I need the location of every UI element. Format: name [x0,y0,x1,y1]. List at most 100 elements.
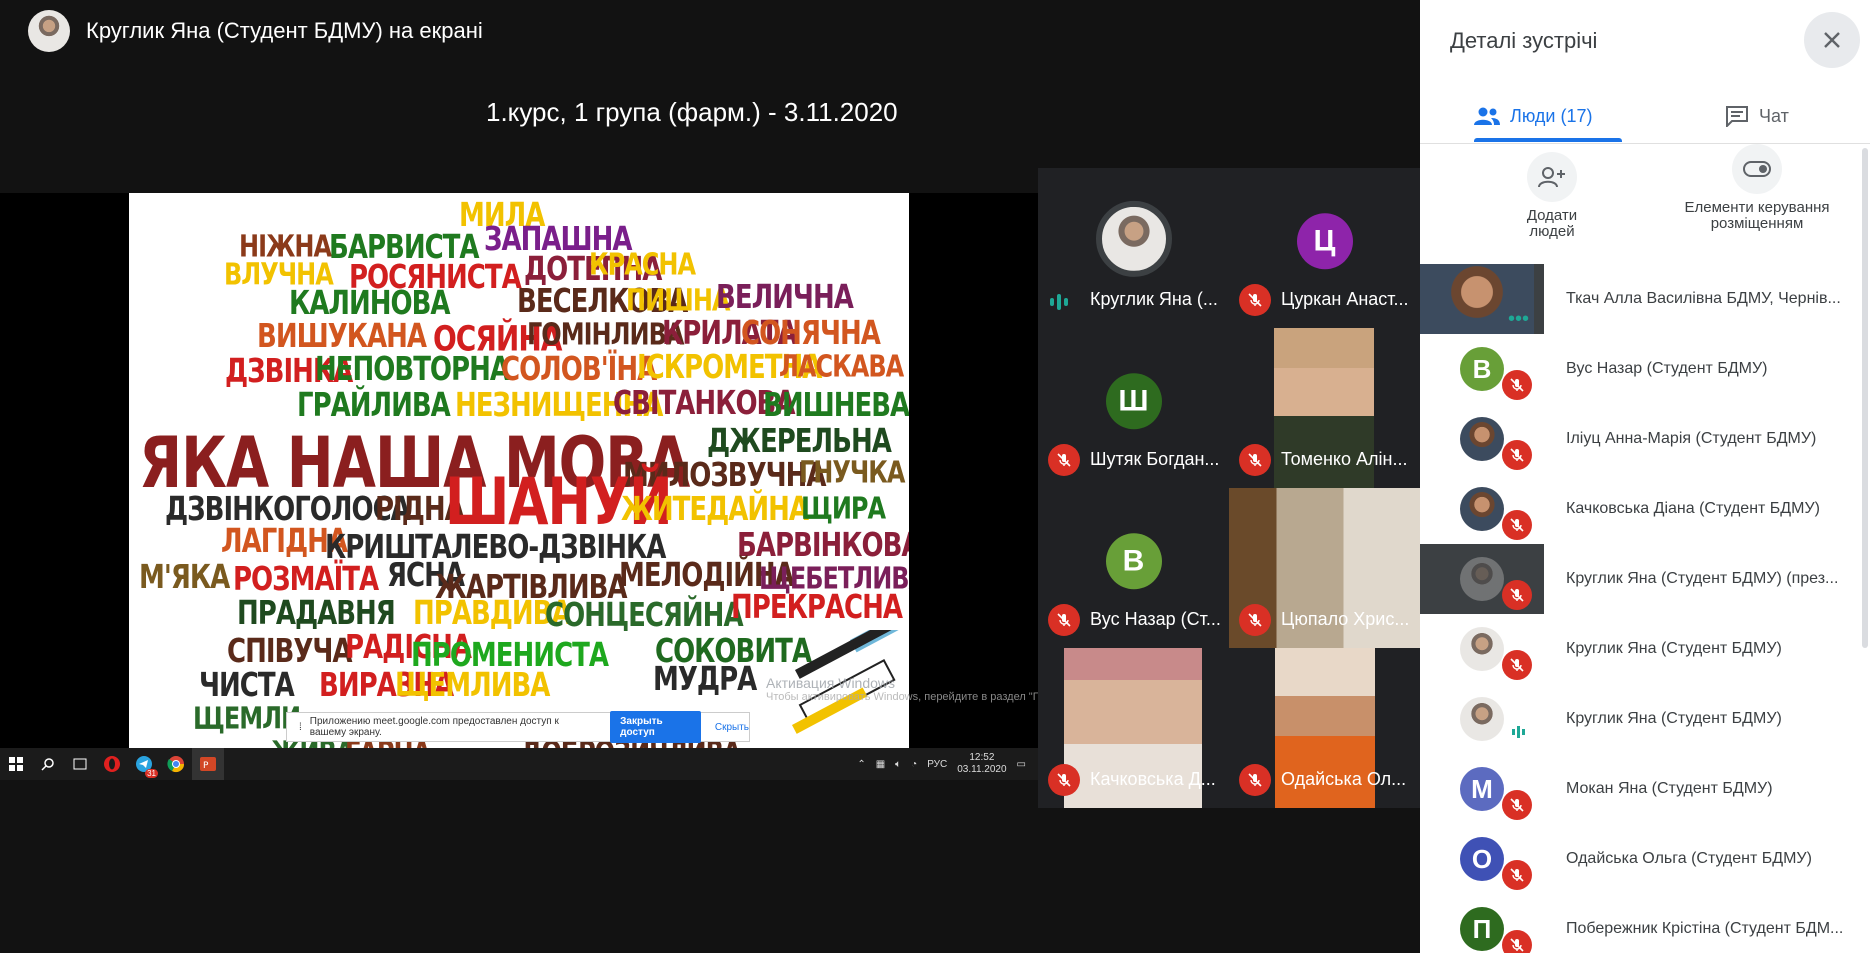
tab-people-label: Люди (17) [1510,105,1593,126]
participant-list-item[interactable]: М Мокан Яна (Студент БДМУ) [1420,754,1860,824]
mic-off-badge [1502,510,1532,540]
language-indicator[interactable]: РУС [927,759,947,770]
panel-scrollbar[interactable] [1862,148,1868,648]
windows-taskbar: 31 P ⌃ ▦ 🔈︎ ◔ РУС 12:52 03.11.2020 ▭ [0,748,1038,780]
mic-off-badge [1502,930,1532,953]
participant-name: Цуркан Анаст... [1281,289,1409,309]
clock[interactable]: 12:52 03.11.2020 [957,752,1006,776]
task-view-icon[interactable] [64,748,96,780]
participant-avatar: В [1460,347,1504,391]
participant-name: Круглик Яна (... [1090,289,1218,309]
participant-list-item[interactable]: В Вус Назар (Студент БДМУ) [1420,334,1860,404]
slide-word: ВИШУКАНА [257,318,427,356]
slide-word: МУДРА [653,661,757,699]
participant-thumbnail: В [1420,334,1544,404]
mic-off-icon [1510,518,1524,532]
participant-thumbnail [1420,474,1544,544]
participant-tile[interactable]: Ц Цуркан Анаст... [1229,168,1420,328]
clock-time: 12:52 [969,752,995,763]
participant-avatar: О [1460,837,1504,881]
participant-name: Побережник Крістіна (Студент БДМ... [1566,920,1844,937]
mic-off-badge [1502,370,1532,400]
search-icon[interactable] [32,748,64,780]
participant-list-item[interactable]: Круглик Яна (Студент БДМУ) (през... [1420,544,1860,614]
hide-button[interactable]: Скрыть [715,722,749,733]
speaking-indicator-icon [1050,294,1068,310]
slide-word: ГОМІНЛИВА [527,317,684,352]
mic-off-icon [1510,798,1524,812]
windows-start-icon[interactable] [0,748,32,780]
slide-word: СОЛОВ'ЇНА [501,351,657,389]
mic-off-icon [1510,588,1524,602]
mic-off-icon [1057,453,1071,467]
participant-list-item[interactable]: Круглик Яна (Студент БДМУ) [1420,684,1860,754]
stop-sharing-button[interactable]: Закрыть доступ [610,711,701,743]
notifications-icon[interactable]: ▭ [1017,759,1026,770]
participant-tile[interactable]: Ш Шутяк Богдан... [1038,328,1229,488]
participant-name: Качковська Діана (Студент БДМУ) [1566,500,1820,517]
slide-word: ПРАДАВНЯ [237,595,396,633]
participant-name: Круглик Яна (Студент БДМУ) (през... [1566,570,1839,587]
tab-chat[interactable]: Чат [1725,90,1789,142]
layout-controls-button[interactable]: Елементи керування розміщенням [1682,144,1832,232]
participant-list: ••• Ткач Алла Василівна БДМУ, Чернів... В В… [1420,264,1860,953]
participant-avatar [1460,697,1504,741]
participant-tile[interactable]: Круглик Яна (... [1038,168,1229,328]
mic-off-icon [1510,868,1524,882]
participant-tile[interactable]: Качковська Д... [1038,648,1229,808]
participant-list-item[interactable]: Качковська Діана (Студент БДМУ) [1420,474,1860,544]
participant-name: Шутяк Богдан... [1090,449,1220,469]
chevron-up-icon[interactable]: ⌃ [857,759,865,770]
telegram-badge: 31 [145,769,158,778]
slide-word: ЧИСТА [199,667,295,705]
participant-avatar: Ш [1105,373,1162,430]
mic-off-badge [1502,650,1532,680]
meeting-details-panel: Деталі зустрічі Люди (17) Чат Додати люд… [1420,0,1870,953]
participant-list-item[interactable]: О Одайська Ольга (Студент БДМУ) [1420,824,1860,894]
mic-off-badge [1502,790,1532,820]
participant-thumbnail [1420,544,1544,614]
slide-word: НЕПОВТОРНА [315,351,510,389]
participant-name: Круглик Яна (Студент БДМУ) [1566,710,1782,727]
network-icon[interactable]: ▦ [876,759,885,770]
telegram-icon[interactable]: 31 [128,748,160,780]
slide-word: ЩЕМЛИ [193,701,301,736]
slide-word: РОЗМАЇТА [233,561,379,599]
wifi-icon[interactable]: ◔ [911,759,917,770]
participant-name: Круглик Яна (Студент БДМУ) [1566,640,1782,657]
slide-word: ВИШНЕВА [763,387,909,425]
close-panel-button[interactable] [1804,12,1860,68]
drag-handle-icon[interactable]: ⁞ [299,722,302,733]
panel-actions: Додати людей Елементи керування розміщен… [1420,144,1870,262]
participant-list-item[interactable]: П Побережник Крістіна (Студент БДМ... [1420,894,1860,953]
volume-icon[interactable]: 🔈︎ [895,759,901,770]
participant-tile[interactable]: Цюпало Хрис... [1229,488,1420,648]
more-options-icon[interactable]: ••• [1508,308,1529,331]
mic-off-icon [1057,773,1071,787]
participant-tile[interactable]: Томенко Алін... [1229,328,1420,488]
tab-people[interactable]: Люди (17) [1474,90,1593,142]
powerpoint-icon[interactable]: P [192,748,224,780]
participant-tile[interactable]: В Вус Назар (Ст... [1038,488,1229,648]
participant-thumbnail [1420,614,1544,684]
mic-off-badge [1239,604,1271,636]
mic-off-icon [1510,448,1524,462]
slide-word: ЩЕМЛИВА [395,667,550,705]
participant-name: Томенко Алін... [1281,449,1408,469]
add-people-button[interactable]: Додати людей [1512,152,1592,240]
meeting-title: 1.курс, 1 група (фарм.) - 3.11.2020 [486,97,898,127]
participant-thumbnail [1420,684,1544,754]
chrome-icon[interactable] [160,748,192,780]
slide-word: ЩИРА [801,491,886,526]
participant-tile[interactable]: Одайська Ол... [1229,648,1420,808]
participant-list-item[interactable]: Круглик Яна (Студент БДМУ) [1420,614,1860,684]
participant-avatar: В [1105,533,1162,590]
mic-off-badge [1239,444,1271,476]
participant-avatar: П [1460,907,1504,951]
mic-off-icon [1248,453,1262,467]
opera-icon[interactable] [96,748,128,780]
participant-list-item[interactable]: Іліуц Анна-Марія (Студент БДМУ) [1420,404,1860,474]
participant-list-item[interactable]: ••• Ткач Алла Василівна БДМУ, Чернів... [1420,264,1860,334]
mic-off-icon [1510,938,1524,952]
mic-off-badge [1502,580,1532,610]
